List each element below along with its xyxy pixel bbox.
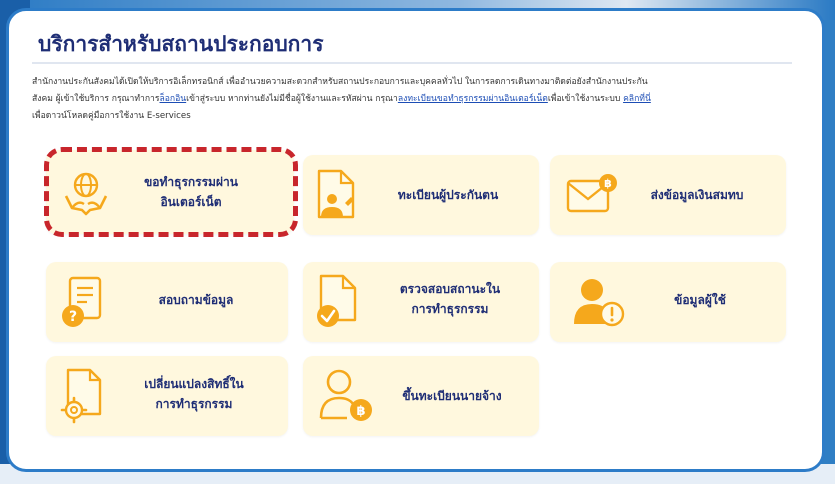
document-gear-icon bbox=[60, 368, 104, 428]
click-here-link[interactable]: คลิกที่นี่ bbox=[623, 94, 651, 104]
intro-text: สำนักงานประกันสังคมได้เปิดให้บริการอิเล็… bbox=[32, 74, 792, 125]
card-label-line-2: การทำธุรกรรม bbox=[155, 397, 233, 411]
card-label-line-1: ขอทำธุรกรรมผ่าน bbox=[144, 175, 238, 189]
card-send-contribution[interactable]: ฿ ส่งข้อมูลเงินสมทบ bbox=[550, 155, 786, 235]
card-employer-registration[interactable]: ฿ ขึ้นทะเบียนนายจ้าง bbox=[303, 356, 539, 436]
card-internet-transaction[interactable]: ขอทำธุรกรรมผ่าน อินเตอร์เน็ต bbox=[46, 150, 294, 234]
globe-hands-icon bbox=[62, 170, 110, 220]
card-inquiry[interactable]: ? สอบถามข้อมูล bbox=[46, 262, 288, 342]
card-label-line-1: ตรวจสอบสถานะใน bbox=[399, 282, 501, 296]
notebook-question-icon: ? bbox=[60, 276, 104, 334]
card-user-info[interactable]: ข้อมูลผู้ใช้ bbox=[550, 262, 786, 342]
intro-text-a: สังคม ผู้เข้าใช้บริการ กรุณาทำการ bbox=[32, 94, 160, 104]
card-insured-registration[interactable]: ทะเบียนผู้ประกันตน bbox=[303, 155, 539, 235]
card-label-line-1: ทะเบียนผู้ประกันตน bbox=[397, 188, 499, 202]
page-title: บริการสำหรับสถานประกอบการ bbox=[38, 32, 324, 56]
user-alert-icon bbox=[572, 276, 626, 332]
svg-text:฿: ฿ bbox=[604, 177, 612, 190]
document-person-icon bbox=[315, 169, 357, 225]
card-label-line-1: ส่งข้อมูลเงินสมทบ bbox=[650, 188, 744, 202]
card-label: ข้อมูลผู้ใช้ bbox=[630, 290, 770, 310]
card-label: ขอทำธุรกรรมผ่าน อินเตอร์เน็ต bbox=[116, 172, 266, 212]
document-check-icon bbox=[315, 274, 359, 334]
svg-text:?: ? bbox=[69, 309, 77, 325]
intro-line-1: สำนักงานประกันสังคมได้เปิดให้บริการอิเล็… bbox=[32, 77, 648, 87]
card-label: ขึ้นทะเบียนนายจ้าง bbox=[369, 386, 535, 406]
title-divider bbox=[32, 62, 792, 64]
card-label: ทะเบียนผู้ประกันตน bbox=[363, 185, 533, 205]
card-label: เปลี่ยนแปลงสิทธิ์ใน การทำธุรกรรม bbox=[108, 374, 280, 414]
intro-line-2: สังคม ผู้เข้าใช้บริการ กรุณาทำการล็อกอิน… bbox=[32, 91, 792, 108]
card-check-status[interactable]: ตรวจสอบสถานะใน การทำธุรกรรม bbox=[303, 262, 539, 342]
register-link[interactable]: ลงทะเบียนขอทำธุรกรรมผ่านอินเตอร์เน็ต bbox=[398, 94, 548, 104]
login-link[interactable]: ล็อกอิน bbox=[160, 94, 187, 104]
intro-line-3: เพื่อดาวน์โหลดคู่มือการใช้งาน E-services bbox=[32, 111, 191, 121]
card-label: ตรวจสอบสถานะใน การทำธุรกรรม bbox=[365, 279, 535, 319]
card-label-line-2: อินเตอร์เน็ต bbox=[160, 195, 222, 209]
card-label-line-1: เปลี่ยนแปลงสิทธิ์ใน bbox=[144, 377, 244, 391]
card-label-line-2: การทำธุรกรรม bbox=[411, 302, 489, 316]
card-label-line-1: สอบถามข้อมูล bbox=[158, 293, 234, 307]
card-label-line-1: ข้อมูลผู้ใช้ bbox=[674, 293, 726, 307]
user-coin-icon: ฿ bbox=[317, 368, 375, 428]
intro-text-b: เข้าสู่ระบบ หากท่านยังไม่มีชื่อผู้ใช้งาน… bbox=[186, 94, 398, 104]
card-label-line-1: ขึ้นทะเบียนนายจ้าง bbox=[402, 389, 502, 403]
card-label: ส่งข้อมูลเงินสมทบ bbox=[612, 185, 782, 205]
intro-text-c: เพื่อเข้าใช้งานระบบ bbox=[547, 94, 624, 104]
card-change-rights[interactable]: เปลี่ยนแปลงสิทธิ์ใน การทำธุรกรรม bbox=[46, 356, 288, 436]
svg-text:฿: ฿ bbox=[356, 404, 365, 419]
card-label: สอบถามข้อมูล bbox=[106, 290, 286, 310]
